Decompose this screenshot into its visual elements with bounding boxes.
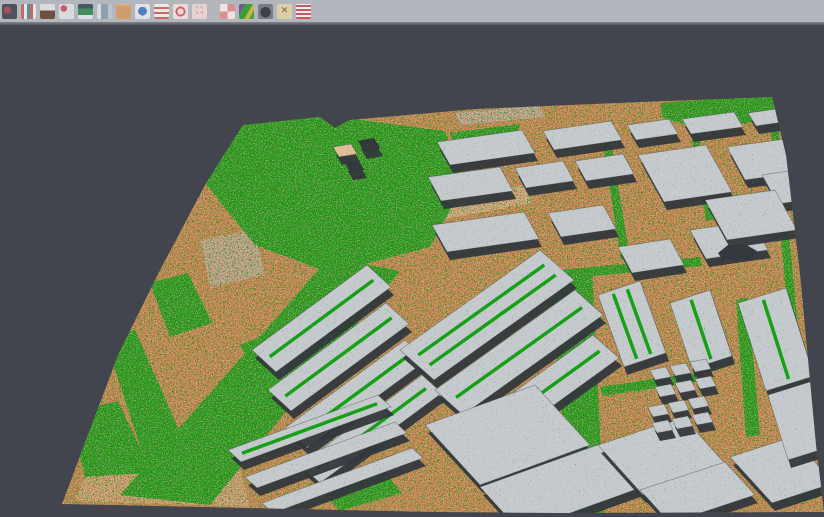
select-points-button[interactable] — [2, 4, 17, 19]
surface-model-button[interactable] — [78, 4, 93, 19]
layer-list-button[interactable] — [154, 4, 169, 19]
camera-button[interactable] — [258, 4, 273, 19]
point-speckle-layer — [0, 85, 824, 517]
sparse-cloud-button[interactable] — [59, 4, 74, 19]
profile-view-button[interactable] — [97, 4, 112, 19]
orthophoto-button[interactable] — [116, 4, 131, 19]
point-cloud-render — [0, 25, 824, 517]
target-circle-button[interactable] — [173, 4, 188, 19]
flag-stripes-button[interactable] — [296, 4, 311, 19]
grid-checker-button[interactable] — [220, 4, 235, 19]
3d-viewport[interactable] — [0, 25, 824, 517]
classification-map-button[interactable] — [239, 4, 254, 19]
globe-view-button[interactable] — [135, 4, 150, 19]
crop-region-button[interactable]: ⛶ — [192, 4, 207, 19]
clip-tool-button[interactable]: ✕ — [277, 4, 292, 19]
classified-points-button[interactable] — [21, 4, 36, 19]
crop-region-icon: ⛶ — [196, 7, 202, 16]
toolbar: ⛶✕ — [0, 0, 824, 22]
clip-tool-icon: ✕ — [281, 7, 289, 16]
terrain-model-button[interactable] — [40, 4, 55, 19]
